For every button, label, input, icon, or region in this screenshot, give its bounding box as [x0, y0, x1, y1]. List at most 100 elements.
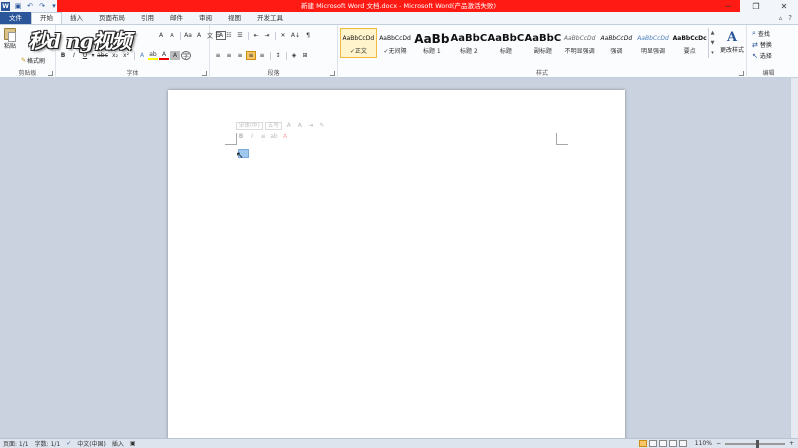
chinese-layout-button[interactable]: ✕ [278, 31, 288, 40]
scroll-down-icon[interactable]: ▼ [711, 40, 715, 46]
font-launcher-icon[interactable] [202, 71, 207, 76]
mini-color-button[interactable]: A [280, 132, 290, 141]
grow-font-icon[interactable]: A [156, 31, 166, 40]
zoom-slider-thumb[interactable] [756, 439, 760, 448]
zoom-slider[interactable] [724, 439, 785, 448]
select-button[interactable]: ↖ 选择 [752, 51, 772, 61]
mini-shrink-icon[interactable]: A [295, 121, 305, 130]
decrease-indent-button[interactable]: ⇤ [251, 31, 261, 40]
shrink-font-icon[interactable]: A [167, 31, 177, 40]
style-title[interactable]: AaBbC 标题 [487, 28, 525, 58]
separator [275, 31, 276, 40]
increase-indent-button[interactable]: ⇥ [262, 31, 272, 40]
draft-view-button[interactable] [678, 440, 687, 447]
borders-button[interactable]: ⊞ [300, 51, 310, 60]
enclose-char-button[interactable]: 字 [181, 51, 191, 60]
styles-gallery: AaBbCcDd ✓正文 AaBbCcDd ✓无间隔 AaBb 标题 1 AaB… [340, 28, 708, 70]
format-painter-button[interactable]: ✎ 格式刷 [21, 56, 45, 65]
tab-file[interactable]: 文件 [0, 12, 31, 24]
mini-italic-button[interactable]: I [247, 132, 257, 141]
style-subtle-emphasis[interactable]: AaBbCcDd 不明显强调 [561, 28, 598, 58]
clipboard-launcher-icon[interactable] [48, 71, 53, 76]
mini-size-select[interactable]: 五号 [264, 121, 282, 130]
distribute-button[interactable]: ≡ [257, 51, 267, 60]
mini-grow-icon[interactable]: A [284, 121, 294, 130]
tab-developer[interactable]: 开发工具 [249, 12, 291, 24]
numbering-button[interactable]: ☷ [224, 31, 234, 40]
line-spacing-button[interactable]: ↕ [273, 51, 283, 60]
sort-button[interactable]: A↓ [289, 31, 302, 40]
word-count[interactable]: 字数: 1/1 [35, 439, 61, 448]
minimize-ribbon-icon[interactable]: ▵ [779, 14, 783, 22]
scroll-up-icon[interactable]: ▲ [711, 30, 715, 36]
style-emphasis[interactable]: AaBbCcDd 强调 [598, 28, 635, 58]
style-name: 副标题 [533, 47, 552, 55]
redo-icon[interactable]: ↷ [37, 1, 47, 11]
mini-align-button[interactable]: ≡ [258, 132, 268, 141]
page-count[interactable]: 页面: 1/1 [3, 439, 29, 448]
highlight-button[interactable]: ab [148, 51, 158, 60]
outline-view-button[interactable] [668, 440, 677, 447]
save-icon[interactable]: ▣ [13, 1, 23, 11]
tab-page-layout[interactable]: 页面布局 [91, 12, 133, 24]
macro-record-icon[interactable]: ▣ [130, 440, 136, 447]
word-app-icon[interactable]: W [1, 1, 10, 11]
language-indicator[interactable]: 中文(中国) [77, 439, 106, 448]
tab-review[interactable]: 审阅 [191, 12, 220, 24]
font-color-button[interactable]: A [159, 51, 169, 60]
style-intense-emphasis[interactable]: AaBbCcDd 明显强调 [635, 28, 672, 58]
style-strong[interactable]: AaBbCcDc 要点 [671, 28, 708, 58]
full-screen-view-button[interactable] [648, 440, 657, 447]
mini-toolbar[interactable]: 宋体(中) 五号 A A ⇥ ✎ B I ≡ ab A [236, 120, 334, 146]
mini-bold-button[interactable]: B [236, 132, 246, 141]
style-no-spacing[interactable]: AaBbCcDd ✓无间隔 [377, 28, 414, 58]
zoom-in-button[interactable]: + [789, 440, 794, 447]
vertical-scrollbar[interactable] [790, 78, 798, 438]
help-icon[interactable]: ? [788, 14, 792, 22]
undo-icon[interactable]: ↶ [25, 1, 35, 11]
mini-indent-icon[interactable]: ⇥ [306, 121, 316, 130]
replace-button[interactable]: ⇄ 替换 [752, 40, 772, 50]
proofing-icon[interactable]: ✓ [66, 440, 71, 447]
styles-launcher-icon[interactable] [739, 71, 744, 76]
mini-font-select[interactable]: 宋体(中) [236, 121, 263, 130]
print-layout-view-button[interactable] [638, 440, 647, 447]
align-left-button[interactable]: ≡ [213, 51, 223, 60]
justify-button[interactable]: ≡ [246, 51, 256, 60]
find-button[interactable]: ⌕ 查找 [752, 29, 770, 38]
style-heading-2[interactable]: AaBbC 标题 2 [450, 28, 488, 58]
close-button[interactable]: ✕ [770, 0, 798, 12]
document-page[interactable]: 宋体(中) 五号 A A ⇥ ✎ B I ≡ ab A ↖ [168, 90, 625, 448]
insert-mode[interactable]: 插入 [112, 439, 124, 448]
show-marks-button[interactable]: ¶ [303, 31, 313, 40]
mini-highlight-button[interactable]: ab [269, 132, 279, 141]
zoom-out-button[interactable]: − [716, 440, 721, 447]
shading-button[interactable]: ◈ [289, 51, 299, 60]
paste-button[interactable]: 粘贴 [3, 28, 17, 50]
style-normal[interactable]: AaBbCcDd ✓正文 [340, 28, 377, 58]
change-styles-button[interactable]: A 更改样式 [717, 30, 747, 54]
paragraph-launcher-icon[interactable] [330, 71, 335, 76]
minimize-button[interactable]: ─ [714, 0, 742, 12]
tab-view[interactable]: 视图 [220, 12, 249, 24]
style-subtitle[interactable]: AaBbC 副标题 [524, 28, 562, 58]
char-shading-button[interactable]: A [170, 51, 180, 60]
more-styles-icon[interactable]: ▾ [711, 50, 714, 56]
align-center-button[interactable]: ≡ [224, 51, 234, 60]
multilevel-list-button[interactable]: ☰ [235, 31, 245, 40]
mini-painter-icon[interactable]: ✎ [317, 121, 327, 130]
clear-formatting-icon[interactable]: A [194, 31, 204, 40]
style-sample: AaBbCcDc [672, 34, 707, 42]
tab-references[interactable]: 引用 [133, 12, 162, 24]
replace-icon: ⇄ [752, 40, 758, 49]
tab-mailings[interactable]: 邮件 [162, 12, 191, 24]
change-case-icon[interactable]: Aa [183, 31, 193, 40]
tab-home[interactable]: 开始 [31, 12, 62, 24]
web-layout-view-button[interactable] [658, 440, 667, 447]
align-right-button[interactable]: ≡ [235, 51, 245, 60]
bullets-button[interactable]: ☰ [213, 31, 223, 40]
tab-insert[interactable]: 插入 [62, 12, 91, 24]
zoom-level[interactable]: 110% [695, 440, 712, 447]
maximize-button[interactable]: ❐ [742, 0, 770, 12]
style-heading-1[interactable]: AaBb 标题 1 [413, 28, 450, 58]
